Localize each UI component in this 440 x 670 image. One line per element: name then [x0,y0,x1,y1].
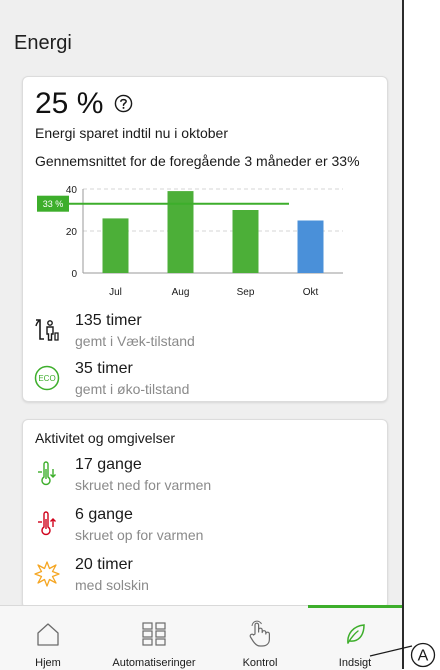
activity-sun-value: 20 timer [75,556,133,573]
x-tick-label: Aug [172,287,190,298]
nav-item-home[interactable]: Hjem [0,606,96,670]
energy-saved-percent: 25 % [35,87,104,120]
activity-down-value: 17 gange [75,456,142,473]
bar-sep [232,210,259,273]
phone-screen: Energi 25 % Energi sparet indtil nu i ok… [0,0,404,670]
x-tick-label: Okt [303,287,319,298]
nav-label-automations: Automatiseringer [112,657,196,669]
eco-mode-icon: ECO [34,365,60,391]
stat-away-value: 135 timer [75,312,142,329]
average-label: Gennemsnittet for de foregående 3 månede… [35,153,360,169]
activity-title: Aktivitet og omgivelser [35,430,176,446]
bottom-nav: Hjem Automatiseringer Kontrol Indsigt [0,605,402,670]
x-tick-label: Sep [237,287,255,298]
sun-icon [34,561,60,587]
x-tick-label: Jul [109,287,122,298]
nav-label-home: Hjem [35,657,61,669]
activity-down-desc: skruet ned for varmen [75,477,212,493]
stat-eco: ECO 35 timer gemt i øko-tilstand [23,360,387,400]
thermometer-down-icon [38,461,56,486]
energy-bar-chart: 33 % 0 20 40 Jul Aug Sep Okt [37,185,343,298]
activity-card: Aktivitet og omgivelser 17 gange skruet … [22,419,388,609]
activity-item: 20 timer med solskin [23,556,387,596]
bar-okt [297,220,324,273]
away-mode-icon [35,319,59,341]
y-tick-label: 20 [66,227,78,238]
nav-item-automations[interactable]: Automatiseringer [96,606,212,670]
thermometer-up-icon [38,511,56,536]
activity-item: 17 gange skruet ned for varmen [23,456,387,496]
svg-text:ECO: ECO [38,374,55,383]
y-tick-label: 40 [66,185,78,196]
automations-grid-icon [142,622,166,646]
nav-item-control[interactable]: Kontrol [212,606,308,670]
leaf-icon [347,624,365,644]
nav-active-indicator [308,605,402,608]
help-icon[interactable] [114,94,133,113]
callout-label: A [418,648,429,665]
stat-eco-desc: gemt i øko-tilstand [75,381,190,397]
home-icon [37,623,59,646]
activity-up-value: 6 gange [75,506,133,523]
bar-jul [102,218,129,273]
stat-away: 135 timer gemt i Væk-tilstand [23,312,387,352]
activity-item: 6 gange skruet op for varmen [23,506,387,546]
y-tick-label: 0 [71,269,77,280]
nav-item-insight[interactable]: Indsigt [308,606,402,670]
activity-sun-desc: med solskin [75,577,149,593]
stat-eco-value: 35 timer [75,360,133,377]
average-badge-label: 33 % [43,199,64,209]
energy-saved-label: Energi sparet indtil nu i oktober [35,125,228,141]
touch-hand-icon [249,620,270,647]
callout-leader-line [369,645,413,657]
energy-summary-card: 25 % Energi sparet indtil nu i oktober G… [22,76,388,402]
activity-up-desc: skruet op for varmen [75,527,204,543]
stat-away-desc: gemt i Væk-tilstand [75,333,195,349]
page-title: Energi [14,32,72,54]
nav-label-control: Kontrol [242,657,278,669]
